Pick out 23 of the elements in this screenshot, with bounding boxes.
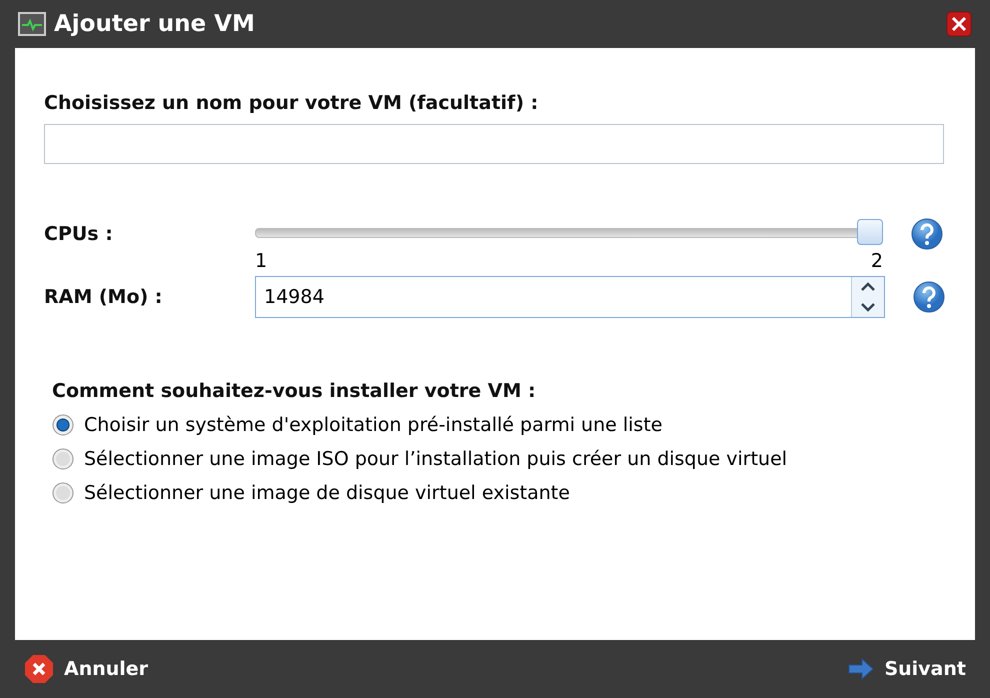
radio-button[interactable] [52, 448, 74, 470]
window-title: Ajouter une VM [54, 11, 255, 37]
radio-button[interactable] [52, 414, 74, 436]
close-icon[interactable] [946, 11, 972, 37]
monitor-icon [18, 12, 46, 36]
tick-label: 1 [255, 250, 268, 272]
field-label: RAM (Mo) : [44, 286, 164, 308]
option-label: Choisir un système d'exploitation pré-installé parmi une liste [84, 414, 662, 436]
next-button[interactable]: Suivant [848, 658, 966, 680]
section-heading: Comment souhaitez-vous installer votre VM : [52, 380, 537, 402]
cancel-button[interactable]: Annuler [24, 654, 148, 684]
help-icon[interactable] [911, 218, 943, 250]
help-icon[interactable] [913, 281, 945, 313]
name-field[interactable] [44, 124, 944, 164]
radio-button[interactable] [52, 482, 74, 504]
field-label: Choisissez un nom pour votre VM (facultatif) : [44, 92, 540, 114]
cancel-icon [24, 654, 54, 684]
ram-field[interactable]: 14984 [255, 276, 885, 318]
arrow-right-icon [848, 658, 874, 680]
option-label: Sélectionner une image de disque virtuel existante [84, 482, 570, 504]
option-label: Sélectionner une image ISO pour l’installation puis créer un disque virtuel [84, 448, 788, 470]
field-label: CPUs : [44, 223, 114, 245]
tick-label: 2 [870, 250, 883, 272]
